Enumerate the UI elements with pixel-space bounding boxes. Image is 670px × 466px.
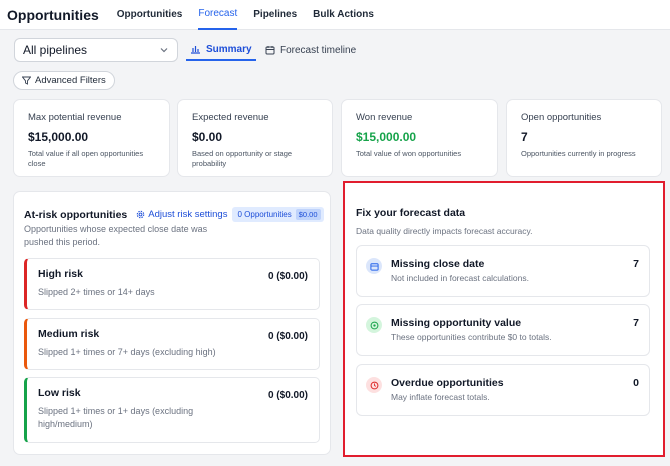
stat-desc: Total value if all open opportunities cl… xyxy=(28,149,144,168)
fix-item-count: 7 xyxy=(633,317,639,329)
risk-card-low[interactable]: Low risk 0 ($0.00) Slipped 1+ times or 1… xyxy=(24,377,320,443)
at-risk-panel: At-risk opportunities Adjust risk settin… xyxy=(13,191,331,455)
stat-value: $15,000.00 xyxy=(356,130,417,144)
top-nav-bar: Opportunities Opportunities Forecast Pip… xyxy=(0,0,670,30)
advanced-filters-label: Advanced Filters xyxy=(35,75,106,86)
stat-label: Open opportunities xyxy=(521,112,602,123)
stat-value: $0.00 xyxy=(192,130,223,144)
opportunities-badge-label: 0 Opportunities xyxy=(237,210,292,219)
risk-desc: Slipped 1+ times or 1+ days (excluding h… xyxy=(38,406,194,429)
fix-item-name: Missing close date xyxy=(391,258,485,270)
clock-icon xyxy=(366,377,382,393)
fix-card-missing-close-date[interactable]: Missing close date Not included in forec… xyxy=(356,245,650,297)
tab-summary-label: Summary xyxy=(206,43,252,55)
fix-forecast-subtitle: Data quality directly impacts forecast a… xyxy=(356,226,533,236)
filter-icon xyxy=(22,76,31,85)
risk-count: 0 ($0.00) xyxy=(267,271,308,282)
fix-forecast-title: Fix your forecast data xyxy=(356,207,466,219)
pipeline-select[interactable]: All pipelines xyxy=(14,38,178,62)
bar-chart-icon xyxy=(191,46,200,54)
tab-forecast-timeline-label: Forecast timeline xyxy=(280,44,357,56)
fix-forecast-data-panel: Fix your forecast data Data quality dire… xyxy=(343,181,665,457)
fix-item-desc: May inflate forecast totals. xyxy=(391,392,490,402)
advanced-filters-button[interactable]: Advanced Filters xyxy=(13,71,115,90)
risk-desc: Slipped 2+ times or 14+ days xyxy=(38,287,155,297)
stat-card-max-potential-revenue: Max potential revenue $15,000.00 Total v… xyxy=(13,99,170,177)
tab-forecast[interactable]: Forecast xyxy=(198,0,238,30)
tab-summary[interactable]: Summary xyxy=(186,39,256,61)
adjust-risk-settings-link[interactable]: Adjust risk settings xyxy=(136,209,227,220)
stat-label: Expected revenue xyxy=(192,112,269,123)
tab-opportunities[interactable]: Opportunities xyxy=(117,0,183,30)
stat-desc: Based on opportunity or stage probabilit… xyxy=(192,149,293,168)
tab-forecast-timeline[interactable]: Forecast timeline xyxy=(265,39,356,61)
opportunities-badge-amount: $0.00 xyxy=(295,209,321,220)
risk-card-high[interactable]: High risk 0 ($0.00) Slipped 2+ times or … xyxy=(24,258,320,310)
chevron-down-icon xyxy=(160,48,168,53)
tab-pipelines[interactable]: Pipelines xyxy=(253,0,297,30)
risk-desc: Slipped 1+ times or 7+ days (excluding h… xyxy=(38,347,216,357)
risk-count: 0 ($0.00) xyxy=(267,390,308,401)
fix-item-name: Overdue opportunities xyxy=(391,377,504,389)
at-risk-title: At-risk opportunities xyxy=(24,208,128,221)
stat-card-expected-revenue: Expected revenue $0.00 Based on opportun… xyxy=(177,99,333,177)
fix-item-count: 0 xyxy=(633,377,639,389)
risk-count: 0 ($0.00) xyxy=(267,331,308,342)
stat-card-won-revenue: Won revenue $15,000.00 Total value of wo… xyxy=(341,99,498,177)
at-risk-header: At-risk opportunities Adjust risk settin… xyxy=(24,207,324,222)
fix-item-name: Missing opportunity value xyxy=(391,317,522,329)
dollar-icon xyxy=(366,317,382,333)
stat-value: $15,000.00 xyxy=(28,130,89,144)
fix-card-overdue-opportunities[interactable]: Overdue opportunities May inflate foreca… xyxy=(356,364,650,416)
at-risk-subtitle: Opportunities whose expected close date … xyxy=(24,224,208,247)
app-title: Opportunities xyxy=(7,6,99,23)
gear-icon xyxy=(136,210,145,219)
stat-value: 7 xyxy=(521,130,528,144)
pipeline-select-value: All pipelines xyxy=(23,43,88,57)
calendar-icon xyxy=(366,258,382,274)
fix-card-missing-opportunity-value[interactable]: Missing opportunity value These opportun… xyxy=(356,304,650,356)
opportunities-badge: 0 Opportunities $0.00 xyxy=(232,207,324,222)
stat-card-open-opportunities: Open opportunities 7 Opportunities curre… xyxy=(506,99,662,177)
stat-label: Max potential revenue xyxy=(28,112,122,123)
tab-bulk-actions[interactable]: Bulk Actions xyxy=(313,0,374,30)
stat-label: Won revenue xyxy=(356,112,413,123)
stat-desc: Total value of won opportunities xyxy=(356,149,462,158)
risk-card-medium[interactable]: Medium risk 0 ($0.00) Slipped 1+ times o… xyxy=(24,318,320,370)
fix-item-desc: Not included in forecast calculations. xyxy=(391,273,529,283)
stat-desc: Opportunities currently in progress xyxy=(521,149,636,158)
adjust-risk-settings-label: Adjust risk settings xyxy=(148,209,228,220)
fix-item-count: 7 xyxy=(633,258,639,270)
fix-item-desc: These opportunities contribute $0 to tot… xyxy=(391,332,552,342)
calendar-icon xyxy=(265,46,275,55)
